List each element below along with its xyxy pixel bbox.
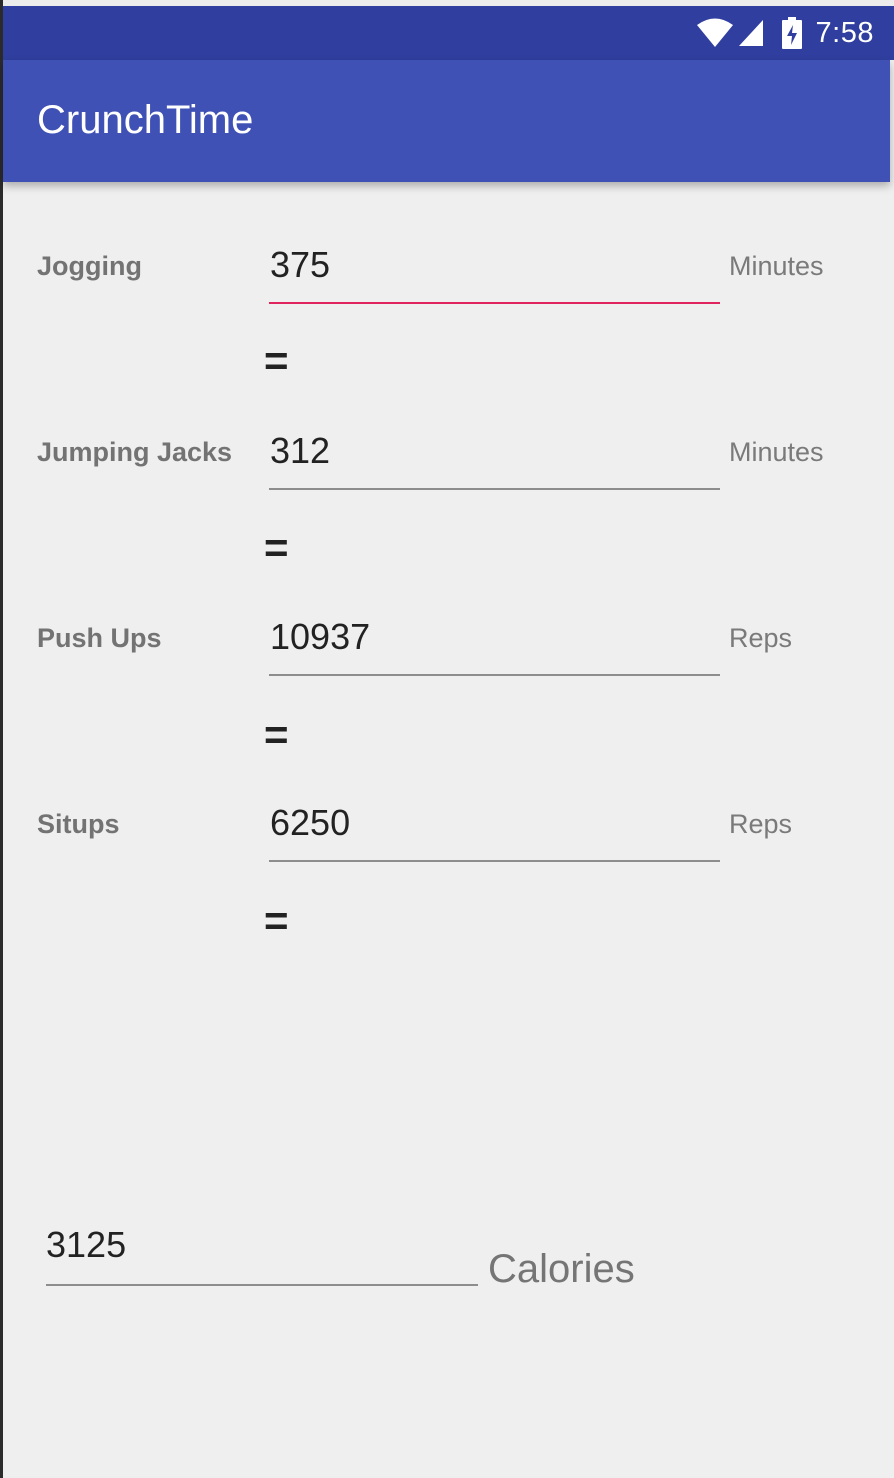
- situps-input-value[interactable]: 6250: [270, 802, 350, 844]
- wifi-icon: [696, 18, 734, 48]
- push-ups-input[interactable]: 10937: [269, 616, 720, 676]
- equals-sign: =: [264, 897, 289, 944]
- equals-sign: =: [264, 711, 289, 758]
- jogging-input-underline: [269, 302, 720, 304]
- equals-sign: =: [264, 337, 289, 384]
- jumping-jacks-input-value[interactable]: 312: [270, 430, 330, 472]
- jumping-jacks-unit: Minutes: [729, 437, 824, 467]
- status-icons: 7:58: [696, 6, 874, 60]
- cell-signal-icon: [738, 19, 764, 47]
- jogging-input[interactable]: 375: [269, 244, 720, 304]
- situps-input[interactable]: 6250: [269, 802, 720, 862]
- jogging-input-value[interactable]: 375: [270, 244, 330, 286]
- status-time: 7:58: [815, 16, 874, 49]
- push-ups-label: Push Ups: [37, 623, 162, 653]
- push-ups-unit: Reps: [729, 623, 793, 653]
- window-frame-left: [0, 0, 3, 1478]
- app-title: CrunchTime: [37, 98, 254, 142]
- app-bar: CrunchTime: [3, 60, 890, 182]
- situps-label: Situps: [37, 809, 120, 839]
- situps-unit: Reps: [729, 809, 793, 839]
- jumping-jacks-label: Jumping Jacks: [37, 437, 233, 467]
- jumping-jacks-input-underline: [269, 488, 720, 490]
- status-bar: 7:58: [3, 6, 894, 60]
- equals-sign: =: [264, 524, 289, 571]
- calories-input[interactable]: 3125: [46, 1224, 478, 1286]
- push-ups-input-value[interactable]: 10937: [270, 616, 370, 658]
- jumping-jacks-input[interactable]: 312: [269, 430, 720, 490]
- situps-input-underline: [269, 860, 720, 862]
- calories-unit: Calories: [488, 1247, 635, 1291]
- calories-input-value[interactable]: 3125: [46, 1224, 126, 1266]
- push-ups-input-underline: [269, 674, 720, 676]
- jogging-label: Jogging: [37, 251, 142, 281]
- jogging-unit: Minutes: [729, 251, 824, 281]
- battery-charging-icon: [781, 17, 802, 49]
- calories-input-underline: [46, 1284, 478, 1286]
